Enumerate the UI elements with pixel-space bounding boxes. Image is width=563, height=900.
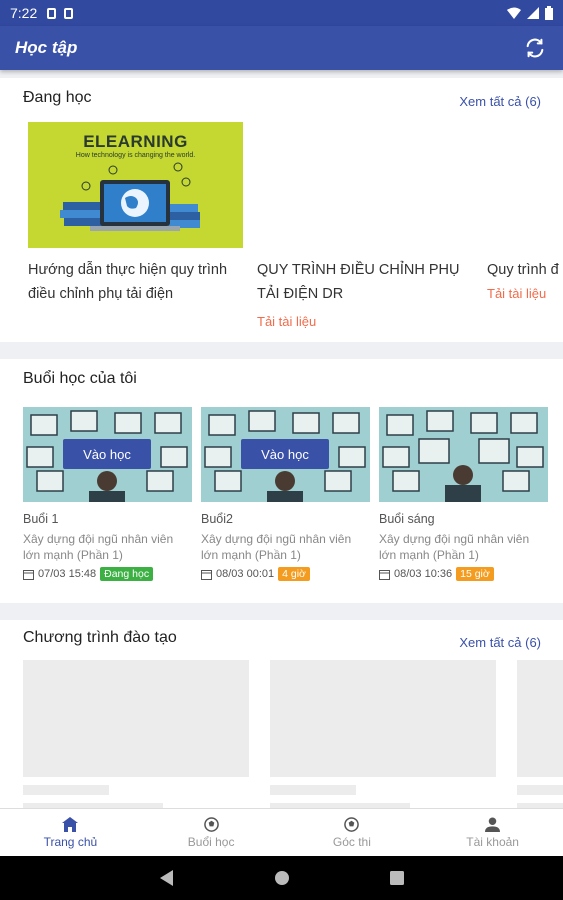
status-badge: Đang học xyxy=(100,567,154,581)
join-session-button[interactable]: Vào học xyxy=(63,439,151,469)
program-thumbnail-placeholder xyxy=(270,660,496,777)
sessions-title: Buổi học của tôi xyxy=(23,370,137,387)
status-badge: 15 giờ xyxy=(456,567,494,581)
signal-icon xyxy=(527,7,539,19)
download-doc-link[interactable]: Tải tài liệu xyxy=(487,286,563,301)
session-name: Buổi 1 xyxy=(23,512,59,526)
course-thumbnail: ELEARNING How technology is changing the… xyxy=(28,122,243,248)
course-name: QUY TRÌNH ĐIỀU CHỈNH PHỤ TẢI ĐIỆN DR xyxy=(257,262,460,302)
session-thumbnail: Vào học xyxy=(23,407,192,502)
program-card-placeholder[interactable] xyxy=(270,660,496,813)
tab-account[interactable]: Tài khoản xyxy=(422,809,563,856)
ball-icon xyxy=(203,816,219,832)
system-navigation-bar xyxy=(0,856,563,900)
course-card[interactable]: Quy trình đ Tải tài liệu xyxy=(487,258,563,301)
status-badge: 4 giờ xyxy=(278,567,310,581)
program-title-placeholder xyxy=(23,785,109,795)
session-meta: 07/03 15:48 Đang học xyxy=(23,567,192,581)
tab-exams-label: Góc thi xyxy=(332,834,371,849)
recents-icon[interactable] xyxy=(389,871,404,885)
studying-title: Đang học xyxy=(23,89,92,106)
tab-home[interactable]: Trang chủ xyxy=(0,809,141,856)
session-time: 08/03 00:01 xyxy=(216,568,275,580)
home-circle-icon[interactable] xyxy=(274,870,290,886)
tab-account-label: Tài khoản xyxy=(466,834,519,849)
program-card-placeholder[interactable] xyxy=(517,660,563,813)
tab-sessions-label: Buổi học xyxy=(187,834,235,849)
program-title-placeholder xyxy=(270,785,356,795)
refresh-icon xyxy=(526,38,544,58)
session-card[interactable]: Buổi sáng Xây dựng đội ngũ nhân viên lớn… xyxy=(379,407,548,581)
home-icon xyxy=(62,816,79,832)
studying-see-all-link[interactable]: Xem tất cả (6) xyxy=(459,94,541,109)
course-name: Hướng dẫn thực hiện quy trình điều chỉnh… xyxy=(28,262,228,302)
programs-see-all-link[interactable]: Xem tất cả (6) xyxy=(459,635,541,650)
download-doc-link[interactable]: Tải tài liệu xyxy=(257,314,477,329)
back-icon[interactable] xyxy=(159,870,174,886)
session-meta: 08/03 10:36 15 giờ xyxy=(379,567,548,581)
session-name: Buổi2 xyxy=(201,512,233,526)
session-time: 08/03 10:36 xyxy=(394,568,453,580)
calendar-icon xyxy=(201,569,212,580)
program-title-placeholder xyxy=(517,785,563,795)
status-time: 7:22 xyxy=(10,5,38,21)
bottom-navigation: Trang chủ Buổi học Góc thi Tài khoản xyxy=(0,808,563,856)
join-session-button[interactable]: Vào học xyxy=(241,439,329,469)
course-card[interactable]: QUY TRÌNH ĐIỀU CHỈNH PHỤ TẢI ĐIỆN DR Tải… xyxy=(257,258,477,329)
session-thumbnail: Vào học xyxy=(201,407,370,502)
status-bar: 7:22 xyxy=(0,0,563,26)
calendar-icon xyxy=(23,569,34,580)
course-name: Quy trình đ xyxy=(487,262,559,278)
session-meta: 08/03 00:01 4 giờ xyxy=(201,567,370,581)
sim-icon xyxy=(64,7,74,19)
session-card[interactable]: Vào học Buổi 1 Xây dựng đội ngũ nhân viê… xyxy=(23,407,192,581)
video-call-illustration xyxy=(382,410,544,502)
session-description: Xây dựng đội ngũ nhân viên lớn mạnh (Phầ… xyxy=(23,532,174,562)
course-card[interactable]: ELEARNING How technology is changing the… xyxy=(28,122,243,306)
programs-title: Chương trình đào tạo xyxy=(23,629,177,646)
notification-icon xyxy=(47,7,57,19)
tab-sessions[interactable]: Buổi học xyxy=(141,809,282,856)
program-card-placeholder[interactable] xyxy=(23,660,249,813)
page-title: Học tập xyxy=(15,38,78,57)
wifi-icon xyxy=(507,7,521,19)
session-card[interactable]: Vào học Buổi2 Xây dựng đội ngũ nhân viên… xyxy=(201,407,370,581)
session-description: Xây dựng đội ngũ nhân viên lớn mạnh (Phầ… xyxy=(201,532,352,562)
session-name: Buổi sáng xyxy=(379,512,435,526)
tab-home-label: Trang chủ xyxy=(43,834,98,849)
session-description: Xây dựng đội ngũ nhân viên lớn mạnh (Phầ… xyxy=(379,532,530,562)
session-thumbnail xyxy=(379,407,548,502)
program-thumbnail-placeholder xyxy=(23,660,249,777)
app-bar: Học tập xyxy=(0,26,563,70)
battery-icon xyxy=(545,6,553,20)
refresh-button[interactable] xyxy=(522,35,548,61)
session-time: 07/03 15:48 xyxy=(38,568,97,580)
laptop-globe-illustration xyxy=(60,162,200,231)
calendar-icon xyxy=(379,569,390,580)
tab-exams[interactable]: Góc thi xyxy=(282,809,423,856)
program-thumbnail-placeholder xyxy=(517,660,563,777)
person-icon xyxy=(485,816,501,832)
ball-icon xyxy=(344,816,360,832)
